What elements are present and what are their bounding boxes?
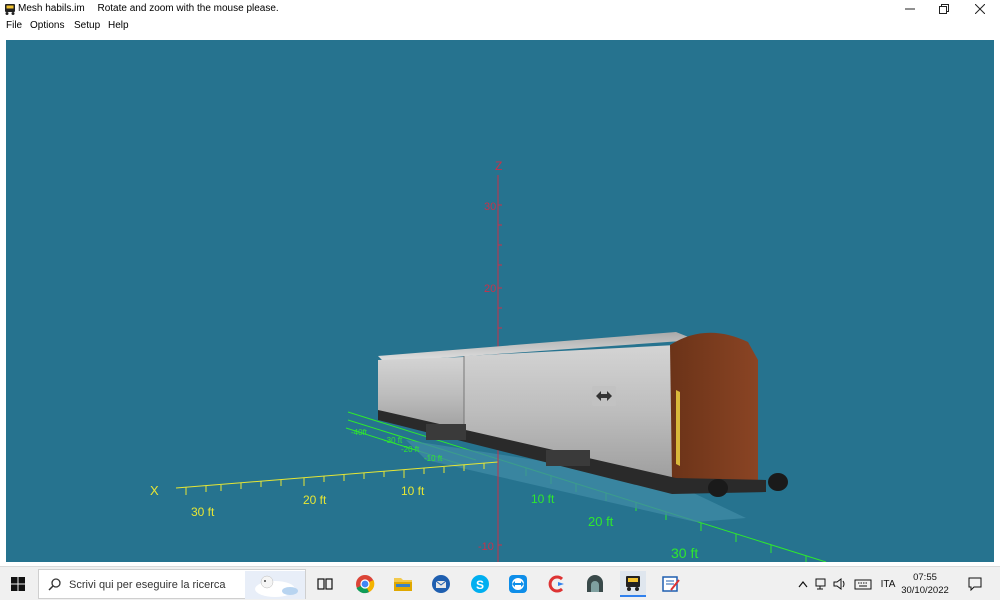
x-tick-label-10: 10 ft (401, 484, 425, 498)
menu-help[interactable]: Help (108, 20, 129, 31)
green-label-minus10: -10 ft (424, 454, 443, 463)
minimize-icon (905, 8, 915, 10)
notifications-button[interactable] (962, 567, 988, 601)
taskbar-teamviewer[interactable] (505, 571, 531, 597)
menu-setup[interactable]: Setup (74, 20, 100, 31)
bogie-front (546, 450, 590, 466)
windows-logo-icon (11, 577, 25, 591)
z-axis-label: Z (495, 159, 502, 173)
train-app-icon (626, 576, 640, 591)
minimize-button[interactable] (892, 0, 928, 18)
chrome-icon (356, 575, 375, 594)
green-label-minus30: -30 ft (384, 436, 403, 445)
teamviewer-icon (509, 575, 527, 593)
tray-clock[interactable]: 07:55 30/10/2022 (894, 571, 956, 597)
y-tick-label-20: 20 ft (588, 514, 614, 529)
3d-viewport[interactable]: Z 30 20 -10 X 30 ft 20 ft 10 ft 10 ft 20… (6, 40, 994, 562)
tray-volume[interactable] (832, 567, 848, 601)
application-window: Mesh habils.im Rotate and zoom with the … (0, 0, 1000, 566)
close-icon (975, 4, 985, 14)
notification-icon (968, 577, 982, 591)
speaker-icon (833, 578, 845, 590)
ccleaner-icon (548, 575, 564, 593)
taskbar-app-tunnel[interactable] (582, 571, 608, 597)
network-icon (815, 578, 826, 590)
taskbar-ccleaner[interactable] (544, 571, 570, 597)
taskbar-thunderbird[interactable] (428, 571, 454, 597)
menu-file[interactable]: File (6, 20, 22, 31)
menu-options[interactable]: Options (30, 20, 64, 31)
search-icon (48, 578, 61, 591)
window-hint: Rotate and zoom with the mouse please. (97, 3, 279, 14)
y-tick-label-30: 30 ft (671, 545, 698, 561)
buffer-left (708, 479, 728, 497)
menu-bar: File Options Setup Help (0, 18, 1000, 34)
x-tick-label-30: 30 ft (191, 505, 215, 519)
tray-keyboard[interactable] (852, 567, 874, 601)
search-highlight-illustration-icon (245, 571, 305, 599)
task-view-button[interactable] (312, 571, 338, 597)
taskbar-file-explorer[interactable] (390, 571, 416, 597)
taskbar-skype[interactable]: S (467, 571, 493, 597)
y-tick-label-10: 10 ft (531, 492, 555, 506)
x-axis-label: X (150, 483, 159, 498)
restore-button[interactable] (926, 0, 962, 18)
keyboard-icon (854, 579, 872, 590)
tunnel-app-icon (587, 575, 603, 592)
window-title: Mesh habils.im Rotate and zoom with the … (18, 3, 289, 14)
green-label-minus20: -20 ft (401, 445, 420, 454)
restore-icon (939, 4, 949, 14)
taskbar-editor-app[interactable] (658, 571, 684, 597)
chevron-up-icon (798, 581, 808, 588)
clock-time: 07:55 (913, 572, 937, 583)
taskbar-chrome[interactable] (352, 571, 378, 597)
folder-icon (394, 578, 412, 591)
x-tick-label-20: 20 ft (303, 493, 327, 507)
thunderbird-icon (432, 575, 450, 593)
taskbar-mesh-app[interactable] (620, 571, 646, 597)
title-bar: Mesh habils.im Rotate and zoom with the … (0, 0, 1000, 18)
bogie-rear (426, 424, 466, 440)
sbb-logo-icon (592, 386, 616, 406)
taskbar-search-box[interactable]: Scrivi qui per eseguire la ricerca (38, 569, 306, 599)
search-placeholder: Scrivi qui per eseguire la ricerca (69, 579, 226, 591)
editor-app-icon (662, 576, 680, 592)
skype-icon: S (471, 575, 489, 593)
x-axis (175, 461, 499, 495)
train-app-icon (5, 4, 15, 15)
wagon-end-ladder (676, 390, 680, 466)
svg-text:S: S (476, 578, 484, 592)
3d-scene[interactable]: Z 30 20 -10 X 30 ft 20 ft 10 ft 10 ft 20… (6, 40, 994, 562)
task-view-icon (317, 578, 333, 590)
close-button[interactable] (962, 0, 998, 18)
tray-network[interactable] (814, 567, 830, 601)
z-tick-label-minus10: -10 (478, 541, 494, 553)
green-label-minus40: -40ft (351, 428, 368, 437)
buffer-right (768, 473, 788, 491)
tray-overflow-button[interactable] (796, 567, 810, 601)
z-tick-label-30: 30 (484, 201, 496, 213)
wagon-end-wall (670, 332, 758, 485)
start-button[interactable] (0, 567, 36, 601)
window-file-name: Mesh habils.im (18, 3, 85, 14)
clock-date: 30/10/2022 (901, 585, 949, 596)
windows-taskbar: Scrivi qui per eseguire la ricerca S ITA… (0, 566, 1000, 600)
z-tick-label-20: 20 (484, 283, 496, 295)
